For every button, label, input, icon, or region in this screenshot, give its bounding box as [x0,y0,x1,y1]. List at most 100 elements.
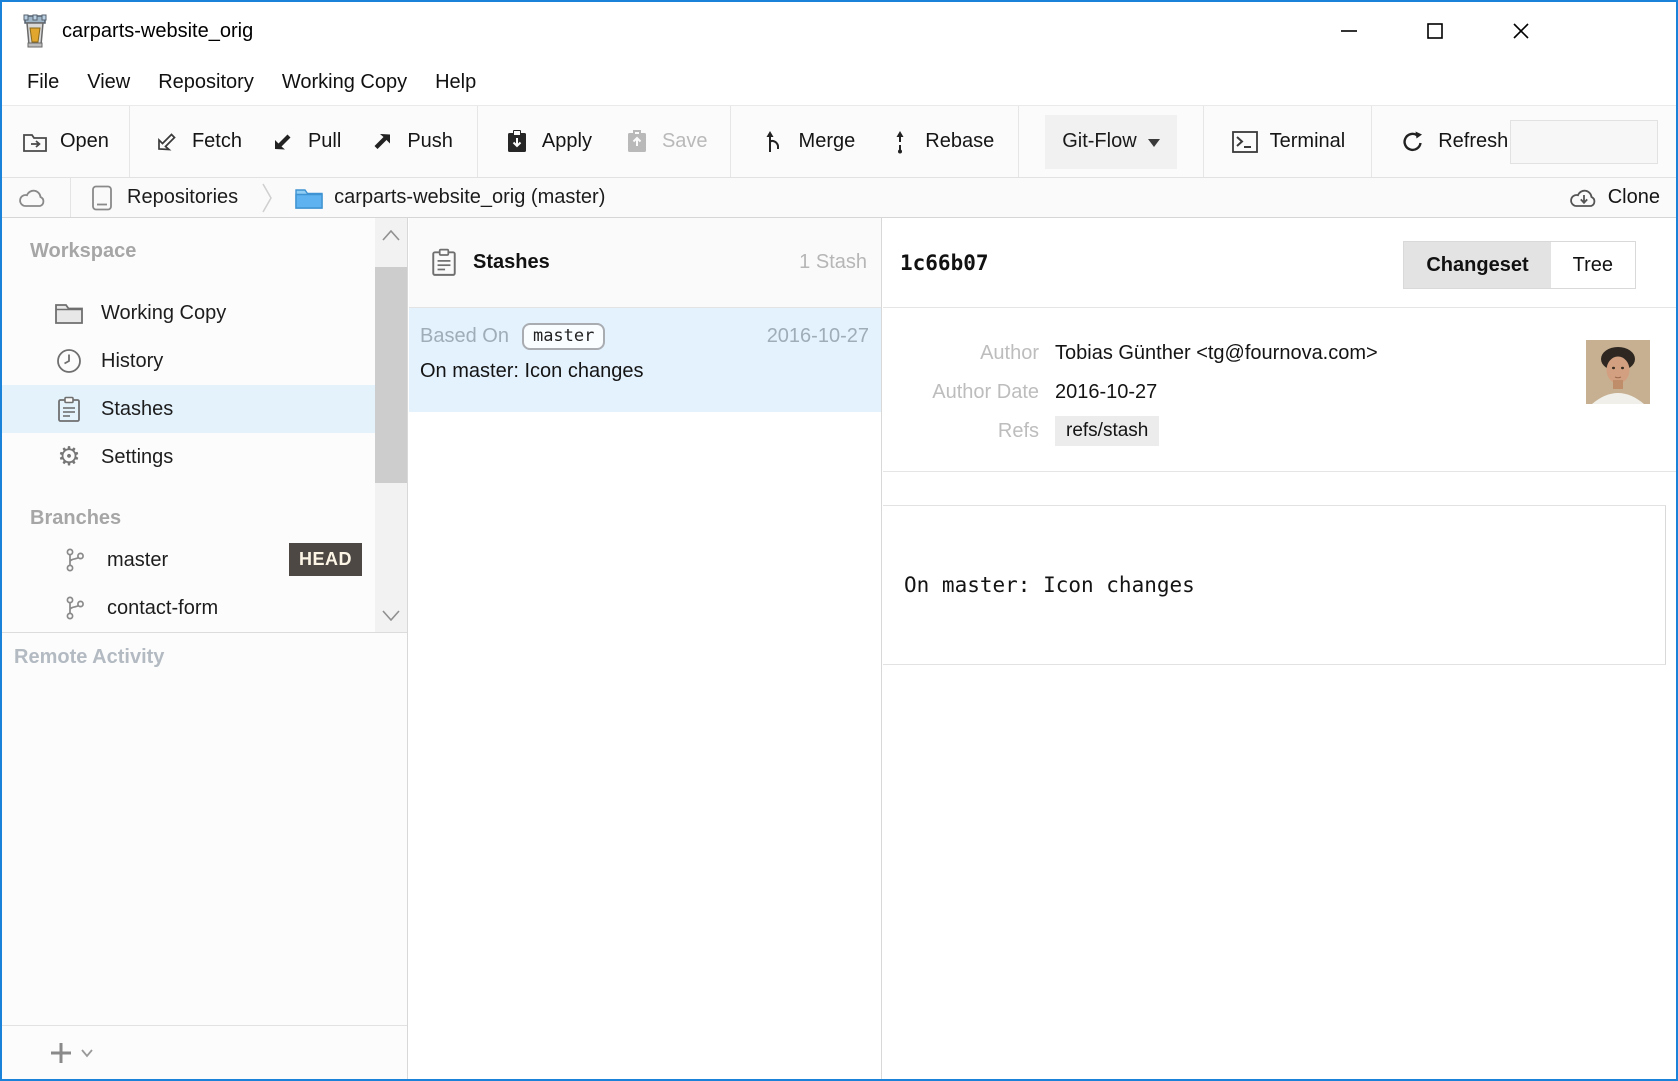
close-button[interactable] [1509,19,1533,43]
open-button[interactable]: Open [20,106,109,177]
breadcrumb: Repositories carparts-website_orig (mast… [2,178,1676,218]
stashes-clipboard-icon [429,248,459,277]
toolbar: Open Fetch Pull [2,105,1676,178]
window-title: carparts-website_orig [62,2,253,60]
menu-bar: File View Repository Working Copy Help [2,60,1676,105]
clone-button[interactable]: Clone [1569,186,1660,210]
author-label: Author [883,342,1039,365]
stash-list-title: Stashes [473,251,550,274]
tower-app-icon [20,14,50,48]
fetch-button[interactable]: Fetch [152,106,242,177]
refs-label: Refs [883,420,1039,443]
commit-message-box: On master: Icon changes [883,505,1666,665]
apply-button[interactable]: Apply [502,106,592,177]
menu-file[interactable]: File [13,60,73,105]
cloud-icon[interactable] [18,187,48,209]
author-value: Tobias Günther <tg@fournova.com> [1055,342,1378,365]
detail-row-author: Author Tobias Günther <tg@fournova.com> [883,338,1676,368]
push-button[interactable]: Push [367,106,453,177]
tab-tree[interactable]: Tree [1551,242,1635,288]
detail-row-author-date: Author Date 2016-10-27 [883,377,1676,407]
terminal-button[interactable]: Terminal [1230,106,1346,177]
plus-icon [46,1041,76,1065]
branch-icon [60,547,90,573]
sidebar-section-branches: Branches [30,507,376,530]
branch-icon [60,595,90,621]
refresh-button[interactable]: Refresh [1398,106,1508,177]
refs-badge: refs/stash [1055,416,1159,446]
scrollbar-thumb[interactable] [375,267,407,483]
stash-list-panel: Stashes 1 Stash Based On master 2016-10-… [409,218,882,1079]
stash-branch-badge: master [522,323,605,350]
sidebar-item-settings[interactable]: ⚙ Settings [2,433,376,481]
toolbar-separator [1018,106,1019,177]
sidebar-item-stashes[interactable]: Stashes [2,385,376,433]
app-window: carparts-website_orig File View Reposito… [0,0,1678,1081]
rebase-icon [885,130,915,154]
save-stash-button[interactable]: Save [622,106,708,177]
toolbar-separator [1203,106,1204,177]
breadcrumb-divider [70,178,71,217]
scrollbar-down-arrow[interactable] [375,600,407,630]
breadcrumb-repositories[interactable]: Repositories [87,185,238,211]
repo-folder-icon [294,187,324,209]
pull-icon [268,130,298,153]
refresh-icon [1398,130,1428,154]
sidebar-item-working-copy[interactable]: Working Copy [2,289,376,337]
stashes-clipboard-icon [54,396,84,423]
terminal-icon [1230,131,1260,153]
add-repository-button[interactable] [46,1041,94,1065]
head-badge: HEAD [289,543,362,576]
menu-working-copy[interactable]: Working Copy [268,60,421,105]
breadcrumb-current-repo[interactable]: carparts-website_orig (master) [294,186,605,209]
menu-help[interactable]: Help [421,60,490,105]
gitflow-caret-icon [1148,139,1160,147]
stash-list-item[interactable]: Based On master 2016-10-27 On master: Ic… [409,308,881,412]
fetch-icon [152,130,182,153]
chevron-down-icon [80,1048,94,1058]
sidebar-scrollbar[interactable] [375,218,407,632]
clone-cloud-download-icon [1569,186,1599,210]
stash-count: 1 Stash [799,251,867,274]
push-icon [367,130,397,153]
gear-icon: ⚙ [54,444,84,470]
sidebar: Workspace Working Copy Histor [2,218,408,1079]
view-toggle: Changeset Tree [1403,241,1636,289]
pull-button[interactable]: Pull [268,106,341,177]
author-avatar [1586,340,1650,404]
breadcrumb-chevron-icon [252,182,282,214]
detail-row-refs: Refs refs/stash [883,416,1676,446]
menu-repository[interactable]: Repository [144,60,268,105]
detail-panel: 1c66b07 Changeset Tree Author Tobias Gün… [883,218,1676,1079]
menu-view[interactable]: View [73,60,144,105]
commit-message: On master: Icon changes [904,573,1195,597]
merge-button[interactable]: Merge [759,106,856,177]
sidebar-item-history[interactable]: History [2,337,376,385]
toolbar-search-input[interactable] [1510,120,1658,164]
sidebar-footer [2,1025,407,1079]
save-stash-icon [622,129,652,154]
toolbar-separator [1371,106,1372,177]
maximize-button[interactable] [1423,19,1447,43]
rebase-button[interactable]: Rebase [885,106,994,177]
sidebar-section-remote-activity: Remote Activity [14,646,164,669]
window-controls [1337,2,1533,60]
repositories-drive-icon [87,185,117,211]
toolbar-separator [730,106,731,177]
based-on-label: Based On [420,325,509,348]
tab-changeset[interactable]: Changeset [1404,242,1550,288]
gitflow-button[interactable]: Git-Flow [1045,115,1176,169]
sidebar-divider [2,632,407,633]
author-date-value: 2016-10-27 [1055,381,1157,404]
toolbar-separator [129,106,130,177]
stash-date: 2016-10-27 [767,325,869,348]
sidebar-section-workspace: Workspace [30,240,376,263]
stash-list-header: Stashes 1 Stash [409,218,881,308]
minimize-button[interactable] [1337,19,1361,43]
sidebar-item-branch-contact-form[interactable]: contact-form [2,584,376,632]
apply-stash-icon [502,129,532,154]
sidebar-item-branch-master[interactable]: master HEAD [2,536,376,584]
history-clock-icon [54,348,84,374]
author-date-label: Author Date [883,381,1039,404]
scrollbar-up-arrow[interactable] [375,220,407,250]
